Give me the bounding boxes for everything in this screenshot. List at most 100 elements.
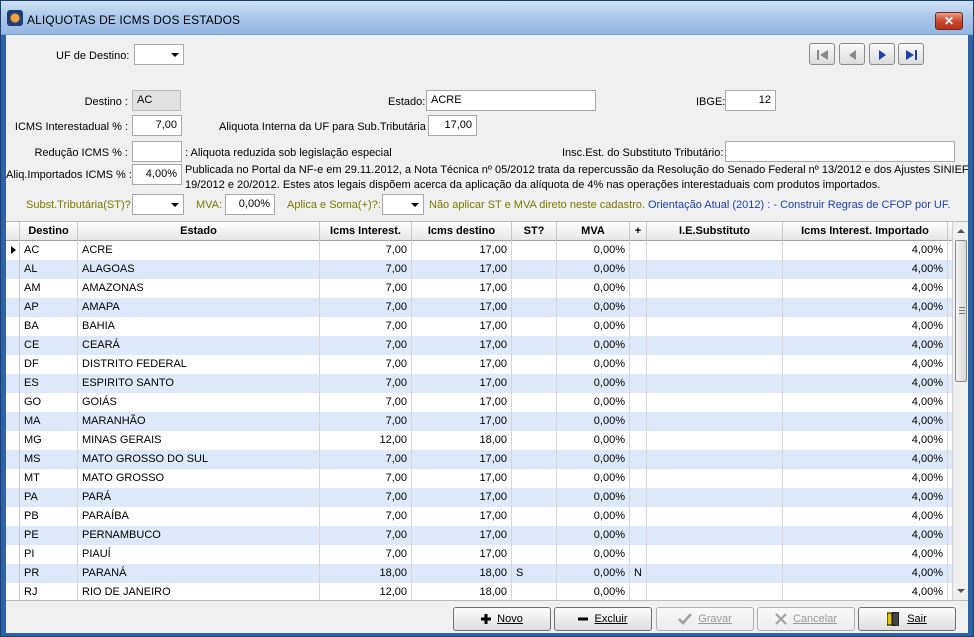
- table-cell[interactable]: [630, 507, 647, 526]
- table-cell[interactable]: 0,00%: [557, 393, 630, 412]
- table-cell[interactable]: AL: [20, 260, 78, 279]
- table-cell[interactable]: 17,00: [412, 545, 512, 564]
- table-cell[interactable]: [512, 431, 557, 450]
- table-cell[interactable]: 0,00%: [557, 279, 630, 298]
- table-cell[interactable]: 4,00%: [783, 374, 948, 393]
- estado-field[interactable]: ACRE: [426, 90, 596, 111]
- table-cell[interactable]: [512, 507, 557, 526]
- table-cell[interactable]: [630, 393, 647, 412]
- table-cell[interactable]: [630, 260, 647, 279]
- orientacao-link[interactable]: Orientação Atual (2012) : - Construir Re…: [648, 199, 950, 211]
- table-cell[interactable]: 4,00%: [783, 393, 948, 412]
- table-cell[interactable]: [647, 469, 783, 488]
- row-indicator[interactable]: [6, 298, 20, 317]
- scroll-up-icon[interactable]: [954, 224, 968, 238]
- first-record-button[interactable]: [809, 43, 835, 65]
- table-cell[interactable]: [630, 545, 647, 564]
- table-cell[interactable]: [647, 583, 783, 600]
- table-cell[interactable]: 7,00: [320, 488, 412, 507]
- aliquota-interna-field[interactable]: 17,00: [428, 115, 477, 136]
- table-cell[interactable]: BA: [20, 317, 78, 336]
- table-cell[interactable]: PE: [20, 526, 78, 545]
- table-cell[interactable]: GO: [20, 393, 78, 412]
- table-cell[interactable]: [647, 412, 783, 431]
- table-cell[interactable]: 0,00%: [557, 469, 630, 488]
- table-cell[interactable]: [512, 241, 557, 260]
- scroll-thumb[interactable]: [955, 240, 967, 382]
- table-cell[interactable]: 4,00%: [783, 507, 948, 526]
- table-row[interactable]: PI PIAUÍ 7,00 17,00 0,00% 4,00%: [6, 545, 952, 564]
- table-cell[interactable]: [647, 241, 783, 260]
- table-row[interactable]: AL ALAGOAS 7,00 17,00 0,00% 4,00%: [6, 260, 952, 279]
- table-cell[interactable]: [630, 336, 647, 355]
- row-indicator[interactable]: [6, 488, 20, 507]
- table-cell[interactable]: 17,00: [412, 488, 512, 507]
- row-indicator[interactable]: [6, 317, 20, 336]
- table-cell[interactable]: MT: [20, 469, 78, 488]
- table-cell[interactable]: [647, 374, 783, 393]
- table-cell[interactable]: 4,00%: [783, 545, 948, 564]
- table-cell[interactable]: 17,00: [412, 374, 512, 393]
- table-cell[interactable]: 4,00%: [783, 336, 948, 355]
- table-cell[interactable]: PARÁ: [78, 488, 320, 507]
- table-cell[interactable]: [647, 450, 783, 469]
- table-cell[interactable]: 4,00%: [783, 298, 948, 317]
- table-cell[interactable]: [630, 488, 647, 507]
- table-cell[interactable]: 7,00: [320, 526, 412, 545]
- novo-button[interactable]: Novo: [453, 607, 551, 631]
- scroll-down-icon[interactable]: [954, 584, 968, 598]
- icms-interestadual-field[interactable]: 7,00: [132, 115, 182, 136]
- vertical-scrollbar[interactable]: [952, 222, 968, 600]
- column-header[interactable]: Icms Interest. Importado: [783, 222, 948, 241]
- table-cell[interactable]: AMAZONAS: [78, 279, 320, 298]
- sair-button[interactable]: Sair: [858, 607, 956, 631]
- table-row[interactable]: BA BAHIA 7,00 17,00 0,00% 4,00%: [6, 317, 952, 336]
- last-record-button[interactable]: [898, 43, 924, 65]
- table-cell[interactable]: 4,00%: [783, 469, 948, 488]
- table-cell[interactable]: [512, 260, 557, 279]
- table-cell[interactable]: 4,00%: [783, 450, 948, 469]
- row-indicator[interactable]: [6, 545, 20, 564]
- table-cell[interactable]: [512, 317, 557, 336]
- table-row[interactable]: ES ESPIRITO SANTO 7,00 17,00 0,00% 4,00%: [6, 374, 952, 393]
- table-cell[interactable]: [630, 374, 647, 393]
- row-indicator[interactable]: [6, 469, 20, 488]
- destino-field[interactable]: AC: [132, 90, 181, 111]
- table-cell[interactable]: DISTRITO FEDERAL: [78, 355, 320, 374]
- table-cell[interactable]: 17,00: [412, 526, 512, 545]
- next-record-button[interactable]: [869, 43, 895, 65]
- table-cell[interactable]: ES: [20, 374, 78, 393]
- previous-record-button[interactable]: [839, 43, 865, 65]
- table-cell[interactable]: [630, 298, 647, 317]
- table-cell[interactable]: 7,00: [320, 545, 412, 564]
- table-cell[interactable]: [512, 393, 557, 412]
- table-cell[interactable]: 17,00: [412, 412, 512, 431]
- table-cell[interactable]: [647, 507, 783, 526]
- row-indicator[interactable]: [6, 260, 20, 279]
- table-cell[interactable]: [647, 431, 783, 450]
- table-cell[interactable]: 4,00%: [783, 241, 948, 260]
- table-cell[interactable]: [647, 526, 783, 545]
- table-cell[interactable]: 7,00: [320, 507, 412, 526]
- table-cell[interactable]: 4,00%: [783, 583, 948, 600]
- table-cell[interactable]: 4,00%: [783, 488, 948, 507]
- column-header[interactable]: MVA: [557, 222, 630, 241]
- table-cell[interactable]: 0,00%: [557, 545, 630, 564]
- table-cell[interactable]: 7,00: [320, 469, 412, 488]
- row-indicator[interactable]: [6, 450, 20, 469]
- table-cell[interactable]: 4,00%: [783, 526, 948, 545]
- table-cell[interactable]: [647, 336, 783, 355]
- table-cell[interactable]: 17,00: [412, 298, 512, 317]
- table-cell[interactable]: MS: [20, 450, 78, 469]
- table-cell[interactable]: 7,00: [320, 260, 412, 279]
- gravar-button[interactable]: Gravar: [656, 607, 754, 631]
- table-cell[interactable]: [512, 583, 557, 600]
- table-cell[interactable]: 7,00: [320, 279, 412, 298]
- table-cell[interactable]: 4,00%: [783, 431, 948, 450]
- table-cell[interactable]: 4,00%: [783, 279, 948, 298]
- mva-field[interactable]: 0,00%: [225, 194, 275, 215]
- table-cell[interactable]: [647, 298, 783, 317]
- table-cell[interactable]: ALAGOAS: [78, 260, 320, 279]
- table-cell[interactable]: 17,00: [412, 317, 512, 336]
- table-cell[interactable]: 18,00: [412, 431, 512, 450]
